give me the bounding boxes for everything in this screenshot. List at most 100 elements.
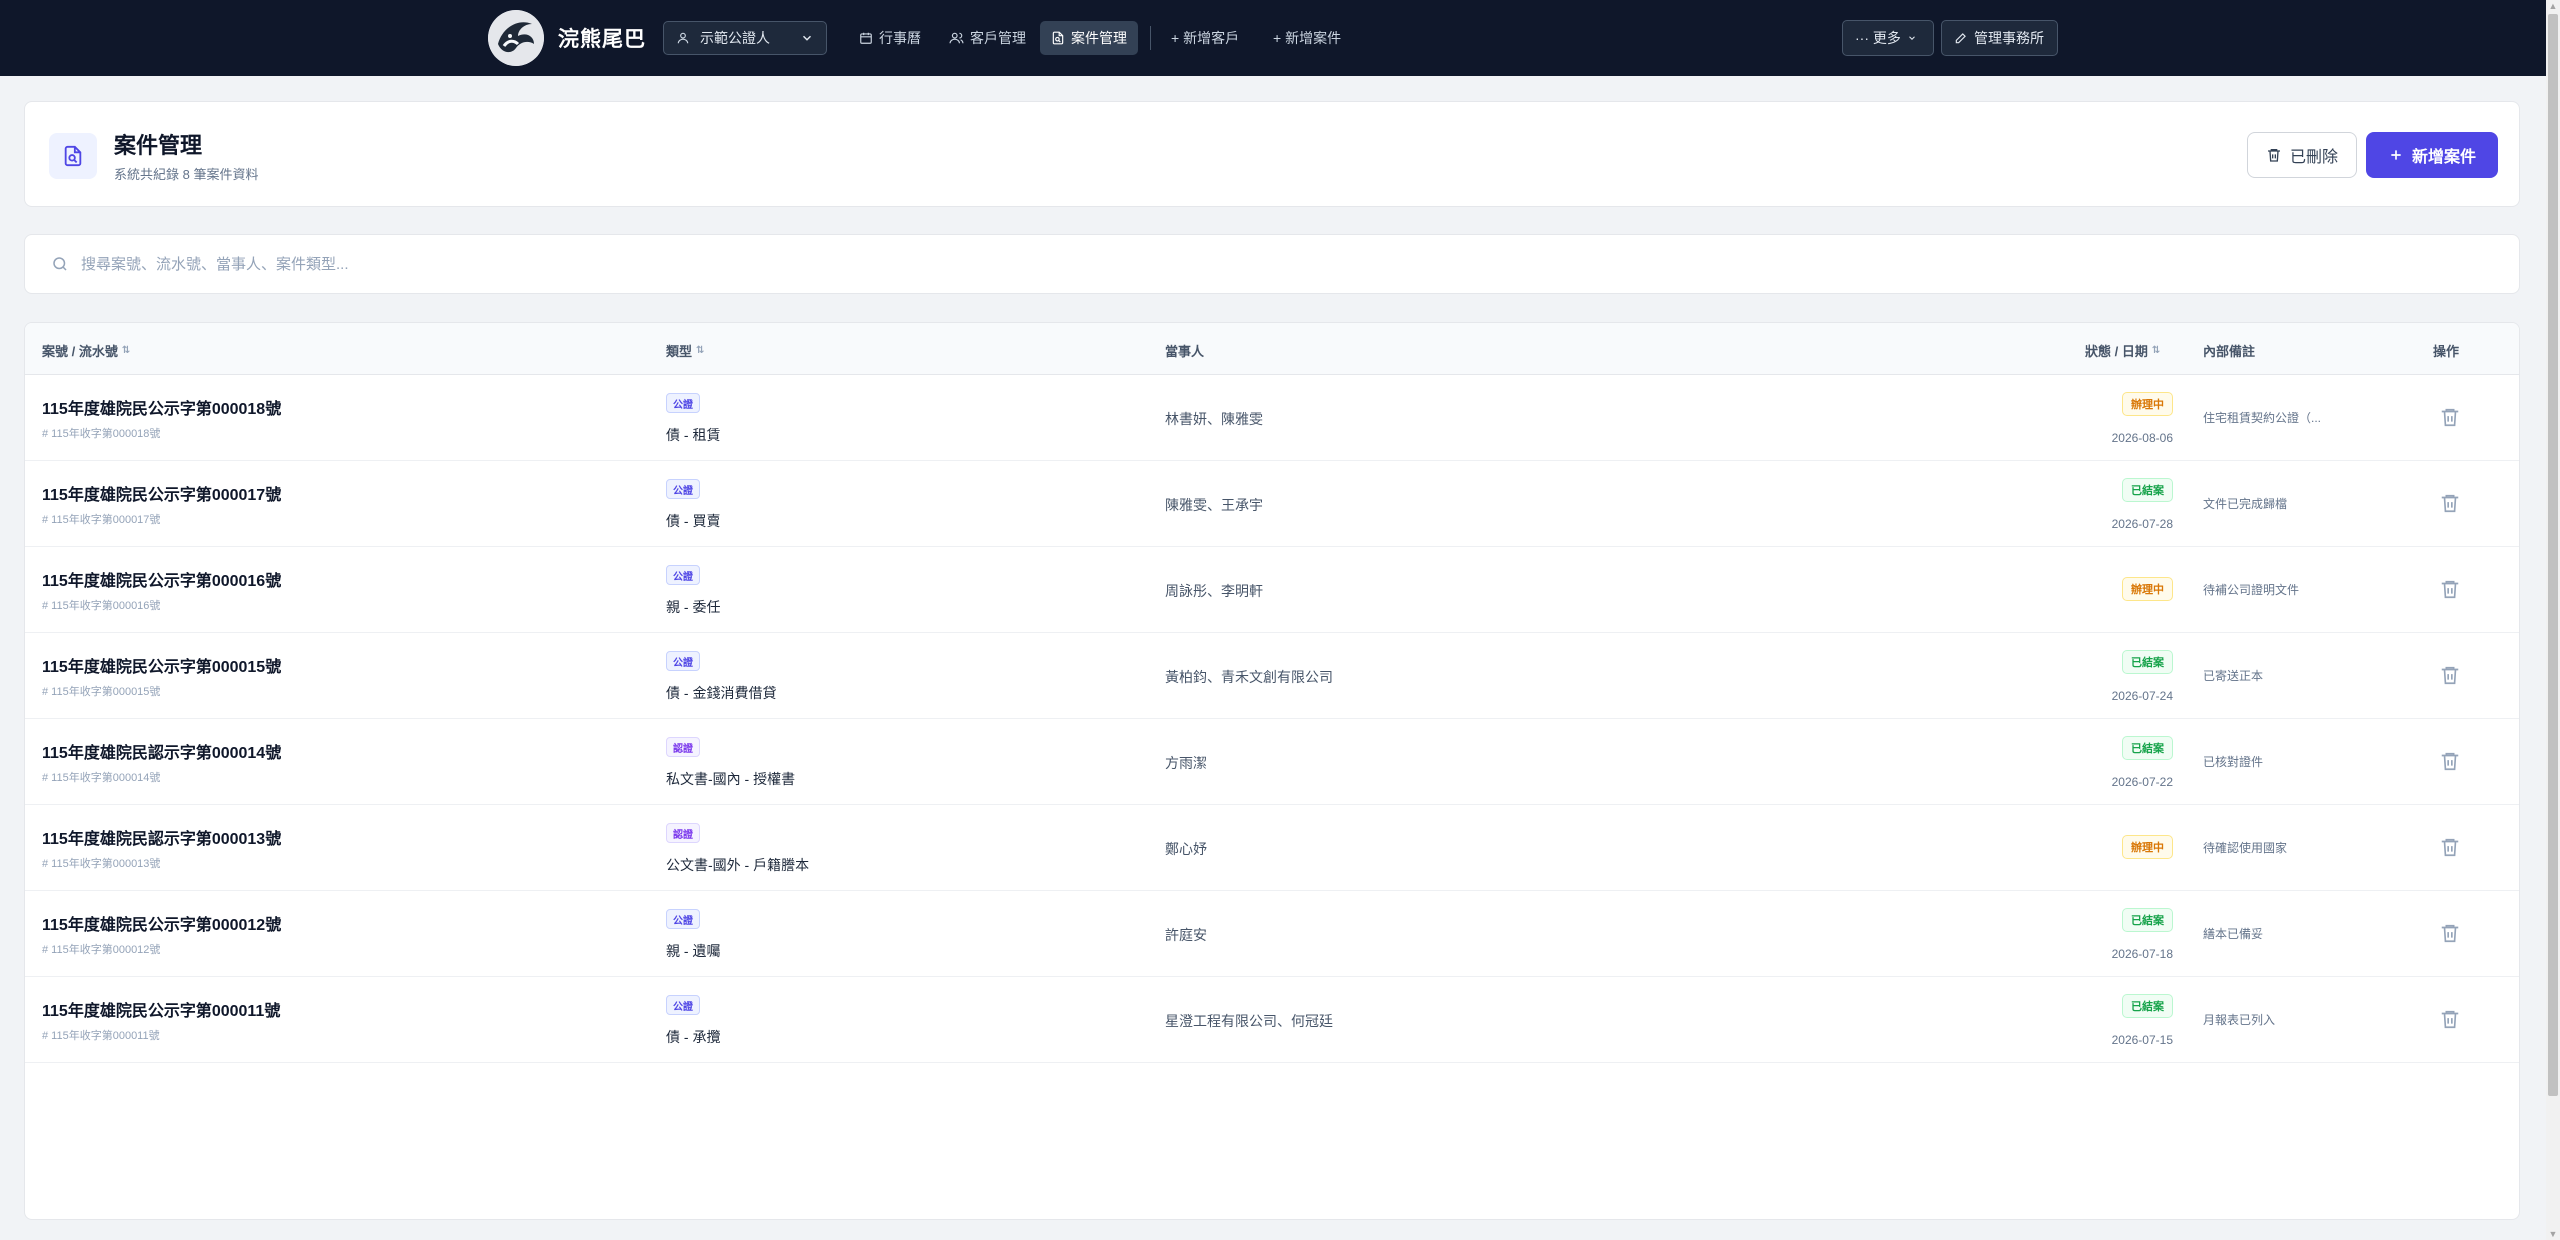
brand[interactable]: 浣熊尾巴 [488, 10, 646, 66]
table-row[interactable]: 115年度雄院民公示字第000018號 # 115年收字第000018號 公證 … [25, 375, 2519, 461]
deleted-cases-button[interactable]: 已刪除 [2247, 132, 2357, 178]
manage-office-button[interactable]: 管理事務所 [1941, 20, 2058, 56]
nav-new-client[interactable]: + 新增客戶 [1160, 21, 1250, 55]
table-header: 案號 / 流水號 ⇅ 類型 ⇅ 當事人 狀態 / 日期 ⇅ 內部備註 操作 [25, 323, 2519, 375]
delete-trash-icon[interactable] [2439, 1007, 2461, 1031]
nav-new-client-label: + 新增客戶 [1171, 30, 1240, 46]
case-category-badge: 公證 [666, 995, 700, 1015]
file-search-icon [49, 133, 97, 179]
delete-trash-icon[interactable] [2439, 749, 2461, 773]
case-parties: 林書妍、陳雅雯 [1165, 411, 1263, 427]
table-row[interactable]: 115年度雄院民公示字第000011號 # 115年收字第000011號 公證 … [25, 977, 2519, 1063]
trash-icon [2267, 149, 2280, 162]
case-category-badge: 公證 [666, 651, 700, 671]
raccoon-logo-icon [488, 10, 544, 66]
scrollbar-thumb[interactable] [2548, 14, 2558, 1096]
role-select[interactable]: 示範公證人 [663, 21, 827, 55]
nav-clients[interactable]: 客戶管理 [938, 21, 1037, 55]
nav-cases-label: 案件管理 [1071, 30, 1127, 46]
internal-note: 待補公司證明文件 [2203, 583, 2300, 597]
status-badge: 辦理中 [2122, 392, 2173, 416]
internal-note: 已寄送正本 [2203, 669, 2264, 683]
serial-number: # 115年收字第000013號 [42, 858, 161, 870]
column-header-case-no[interactable]: 案號 / 流水號 ⇅ [42, 341, 130, 360]
nav-new-case-label: + 新增案件 [1273, 30, 1342, 46]
serial-number: # 115年收字第000017號 [42, 514, 161, 526]
case-category-badge: 公證 [666, 565, 700, 585]
role-select-value: 示範公證人 [700, 30, 770, 46]
chevron-down-icon [802, 35, 812, 41]
case-number[interactable]: 115年度雄院民認示字第000013號 [42, 825, 281, 849]
table-row[interactable]: 115年度雄院民公示字第000016號 # 115年收字第000016號 公證 … [25, 547, 2519, 633]
case-date: 2026-07-15 [2111, 1033, 2173, 1047]
internal-note: 繕本已備妥 [2203, 927, 2264, 941]
table-row[interactable]: 115年度雄院民認示字第000013號 # 115年收字第000013號 認證 … [25, 805, 2519, 891]
delete-trash-icon[interactable] [2439, 835, 2461, 859]
serial-number: # 115年收字第000016號 [42, 600, 161, 612]
case-type: 公文書-國外 - 戶籍謄本 [666, 857, 810, 873]
case-type: 債 - 買賣 [666, 513, 721, 529]
case-number[interactable]: 115年度雄院民公示字第000012號 [42, 911, 281, 935]
nav-divider [1150, 26, 1151, 50]
status-badge: 已結案 [2122, 908, 2173, 932]
internal-note: 已核對證件 [2203, 755, 2264, 769]
page-title: 案件管理 [114, 133, 203, 158]
more-menu-button[interactable]: ··· 更多 [1842, 20, 1934, 56]
column-header-type[interactable]: 類型 ⇅ [666, 341, 704, 360]
column-header-status[interactable]: 狀態 / 日期 ⇅ [2085, 341, 2160, 360]
table-row[interactable]: 115年度雄院民公示字第000017號 # 115年收字第000017號 公證 … [25, 461, 2519, 547]
top-navbar: 浣熊尾巴 示範公證人 行事曆 客戶管理 案件管理 + 新增客戶 + 新增案件 ·… [0, 0, 2546, 76]
plus-icon [2391, 150, 2401, 160]
case-type: 親 - 遺囑 [666, 943, 721, 959]
internal-note: 文件已完成歸檔 [2203, 497, 2288, 511]
case-parties: 黃柏鈞、青禾文創有限公司 [1165, 669, 1333, 685]
case-number[interactable]: 115年度雄院民公示字第000017號 [42, 481, 281, 505]
case-date: 2026-07-28 [2111, 517, 2173, 531]
nav-clients-label: 客戶管理 [970, 30, 1026, 46]
delete-trash-icon[interactable] [2439, 491, 2461, 515]
case-type: 債 - 金錢消費借貸 [666, 685, 777, 701]
users-icon [949, 32, 964, 44]
search-input[interactable] [81, 255, 1881, 273]
case-number[interactable]: 115年度雄院民公示字第000011號 [42, 997, 280, 1021]
serial-number: # 115年收字第000014號 [42, 772, 161, 784]
case-parties: 陳雅雯、王承宇 [1165, 497, 1263, 513]
case-number[interactable]: 115年度雄院民認示字第000014號 [42, 739, 281, 763]
nav-new-case[interactable]: + 新增案件 [1262, 21, 1352, 55]
case-category-badge: 公證 [666, 479, 700, 499]
column-header-note-label: 內部備註 [2203, 344, 2256, 359]
table-row[interactable]: 115年度雄院民公示字第000015號 # 115年收字第000015號 公證 … [25, 633, 2519, 719]
case-number[interactable]: 115年度雄院民公示字第000015號 [42, 653, 281, 677]
case-parties: 方雨潔 [1165, 755, 1207, 771]
table-row[interactable]: 115年度雄院民認示字第000014號 # 115年收字第000014號 認證 … [25, 719, 2519, 805]
scroll-up-icon[interactable]: ▲ [2548, 0, 2558, 12]
column-header-note: 內部備註 [2203, 341, 2255, 360]
serial-number: # 115年收字第000011號 [42, 1030, 160, 1042]
page-scrollbar[interactable]: ▲ ▼ [2546, 0, 2560, 1240]
column-header-action: 操作 [2433, 341, 2459, 360]
sort-icon: ⇅ [2151, 345, 2161, 356]
case-category-badge: 公證 [666, 393, 700, 413]
status-badge: 已結案 [2122, 736, 2173, 760]
case-number[interactable]: 115年度雄院民公示字第000016號 [42, 567, 281, 591]
new-case-button[interactable]: 新增案件 [2366, 132, 2498, 178]
delete-trash-icon[interactable] [2439, 577, 2461, 601]
column-header-parties: 當事人 [1165, 341, 1204, 360]
nav-cases[interactable]: 案件管理 [1040, 21, 1138, 55]
delete-trash-icon[interactable] [2439, 663, 2461, 687]
nav-calendar[interactable]: 行事曆 [848, 21, 932, 55]
serial-number: # 115年收字第000018號 [42, 428, 161, 440]
scroll-down-icon[interactable]: ▼ [2548, 1228, 2558, 1240]
new-case-label: 新增案件 [2411, 149, 2476, 166]
delete-trash-icon[interactable] [2439, 405, 2461, 429]
internal-note: 月報表已列入 [2203, 1013, 2276, 1027]
search-bar[interactable] [24, 234, 2520, 294]
delete-trash-icon[interactable] [2439, 921, 2461, 945]
table-row[interactable]: 115年度雄院民公示字第000012號 # 115年收字第000012號 公證 … [25, 891, 2519, 977]
case-parties: 星澄工程有限公司、何冠廷 [1165, 1013, 1333, 1029]
column-header-status-label: 狀態 / 日期 [2085, 344, 2148, 359]
case-parties: 鄭心妤 [1165, 841, 1207, 857]
internal-note: 待確認使用國家 [2203, 841, 2288, 855]
case-number[interactable]: 115年度雄院民公示字第000018號 [42, 395, 281, 419]
case-date: 2026-07-18 [2111, 947, 2173, 961]
